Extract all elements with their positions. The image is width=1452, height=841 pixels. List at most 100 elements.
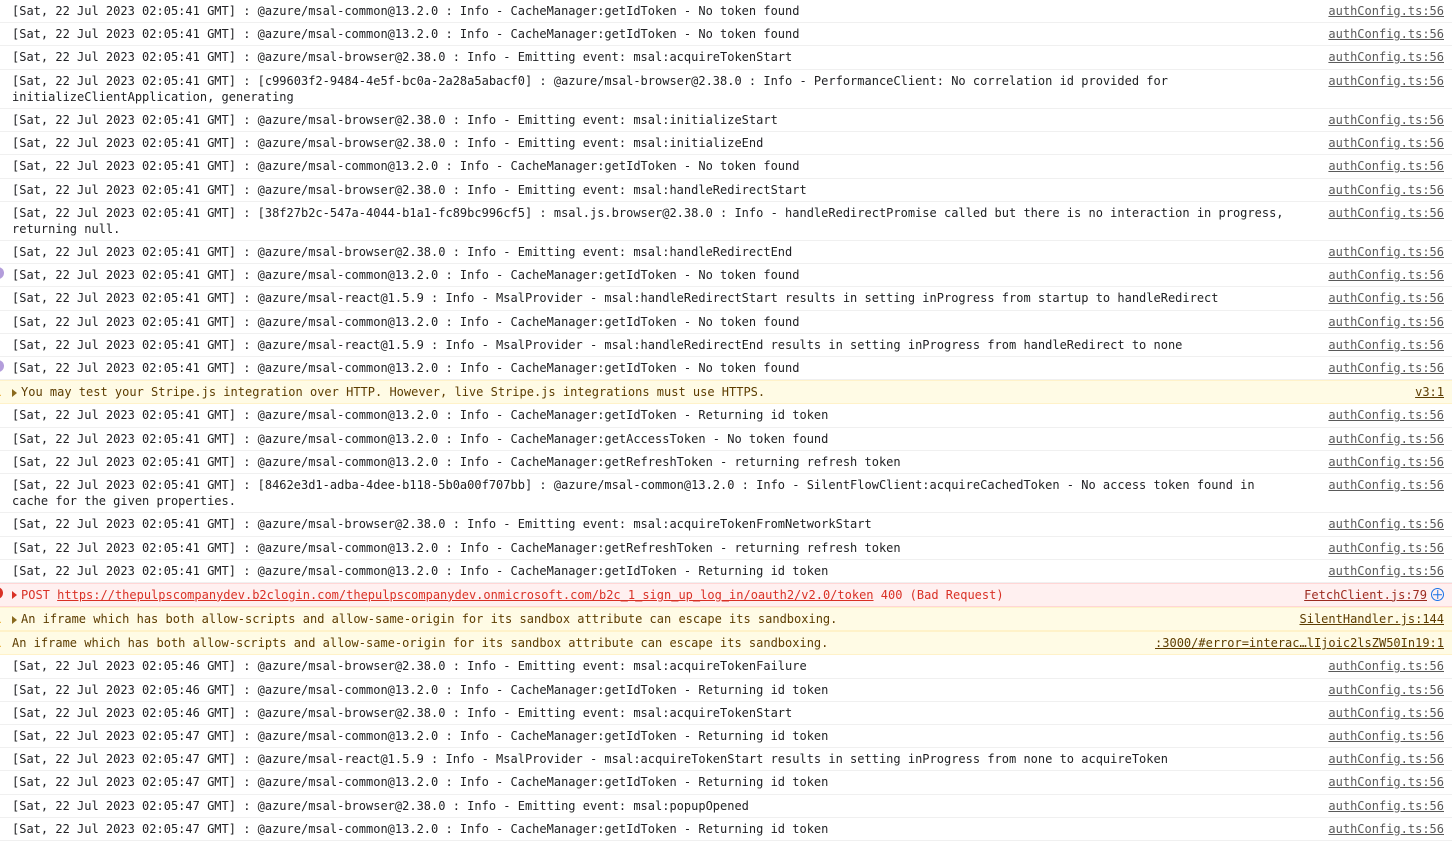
console-message: [Sat, 22 Jul 2023 02:05:41 GMT] : @azure… — [12, 516, 1306, 532]
source-link[interactable]: authConfig.ts:56 — [1324, 314, 1444, 330]
source-link[interactable]: authConfig.ts:56 — [1324, 540, 1444, 556]
source-link[interactable]: authConfig.ts:56 — [1324, 728, 1444, 744]
console-row[interactable]: [Sat, 22 Jul 2023 02:05:41 GMT] : @azure… — [0, 108, 1452, 133]
console-row[interactable]: [Sat, 22 Jul 2023 02:05:41 GMT] : @azure… — [0, 178, 1452, 202]
console-row[interactable]: [Sat, 22 Jul 2023 02:05:41 GMT] : @azure… — [0, 0, 1452, 24]
source-link[interactable]: authConfig.ts:56 — [1324, 205, 1444, 221]
source-link[interactable]: authConfig.ts:56 — [1324, 3, 1444, 19]
source-link[interactable]: authConfig.ts:56 — [1324, 182, 1444, 198]
source-link[interactable]: authConfig.ts:56 — [1324, 337, 1444, 353]
console-row[interactable]: [Sat, 22 Jul 2023 02:05:41 GMT] : @azure… — [0, 427, 1452, 451]
network-request-icon[interactable] — [1431, 588, 1444, 602]
source-location-group: authConfig.ts:56 — [1324, 3, 1444, 19]
source-link[interactable]: authConfig.ts:56 — [1324, 244, 1444, 260]
source-location-group: authConfig.ts:56 — [1324, 267, 1444, 283]
console-message-text: [Sat, 22 Jul 2023 02:05:41 GMT] : @azure… — [12, 136, 764, 151]
console-message-text: [Sat, 22 Jul 2023 02:05:47 GMT] : @azure… — [12, 798, 749, 813]
console-row[interactable]: [Sat, 22 Jul 2023 02:05:41 GMT] : [38f27… — [0, 201, 1452, 242]
violation-icon — [0, 266, 11, 280]
source-link[interactable]: authConfig.ts:56 — [1324, 360, 1444, 376]
console-row[interactable]: [Sat, 22 Jul 2023 02:05:41 GMT] : @azure… — [0, 450, 1452, 474]
disclosure-triangle-icon[interactable] — [12, 615, 17, 624]
source-link[interactable]: authConfig.ts:56 — [1324, 407, 1444, 423]
source-link[interactable]: authConfig.ts:56 — [1324, 73, 1444, 89]
console-row[interactable]: [Sat, 22 Jul 2023 02:05:41 GMT] : @azure… — [0, 132, 1452, 156]
console-row[interactable]: POST https://thepulpscompanydev.b2clogin… — [0, 582, 1452, 608]
source-link[interactable]: authConfig.ts:56 — [1324, 658, 1444, 674]
console-row[interactable]: An iframe which has both allow-scripts a… — [0, 607, 1452, 632]
console-row[interactable]: [Sat, 22 Jul 2023 02:05:41 GMT] : @azure… — [0, 536, 1452, 560]
console-row[interactable]: [Sat, 22 Jul 2023 02:05:41 GMT] : @azure… — [0, 310, 1452, 334]
console-row[interactable]: [Sat, 22 Jul 2023 02:05:47 GMT] : @azure… — [0, 725, 1452, 749]
devtools-console-log[interactable]: [Sat, 22 Jul 2023 02:05:41 GMT] : @azure… — [0, 0, 1452, 841]
source-link[interactable]: authConfig.ts:56 — [1324, 158, 1444, 174]
source-link[interactable]: authConfig.ts:56 — [1324, 798, 1444, 814]
console-message: [Sat, 22 Jul 2023 02:05:46 GMT] : @azure… — [12, 658, 1306, 674]
console-row[interactable]: [Sat, 22 Jul 2023 02:05:41 GMT] : @azure… — [0, 333, 1452, 357]
console-row[interactable]: [Sat, 22 Jul 2023 02:05:46 GMT] : @azure… — [0, 701, 1452, 725]
disclosure-triangle-icon[interactable] — [12, 591, 17, 600]
console-row[interactable]: [Sat, 22 Jul 2023 02:05:41 GMT] : @azure… — [0, 46, 1452, 70]
source-link[interactable]: authConfig.ts:56 — [1324, 563, 1444, 579]
disclosure-triangle-icon[interactable] — [12, 388, 17, 397]
source-link[interactable]: authConfig.ts:56 — [1324, 26, 1444, 42]
source-location-group: authConfig.ts:56 — [1324, 728, 1444, 744]
source-location-group: authConfig.ts:56 — [1324, 290, 1444, 306]
source-link[interactable]: authConfig.ts:56 — [1324, 135, 1444, 151]
console-message-text: [Sat, 22 Jul 2023 02:05:47 GMT] : @azure… — [12, 729, 829, 743]
console-row[interactable]: [Sat, 22 Jul 2023 02:05:41 GMT] : @azure… — [0, 23, 1452, 47]
source-link[interactable]: authConfig.ts:56 — [1324, 290, 1444, 306]
console-row[interactable]: [Sat, 22 Jul 2023 02:05:47 GMT] : @azure… — [0, 748, 1452, 772]
console-row[interactable]: [Sat, 22 Jul 2023 02:05:41 GMT] : [c9960… — [0, 69, 1452, 109]
console-row[interactable]: [Sat, 22 Jul 2023 02:05:41 GMT] : @azure… — [0, 404, 1452, 428]
source-link[interactable]: :3000/#error=interac…lIjoic2lsZW50In19:1 — [1151, 635, 1444, 651]
source-link[interactable]: authConfig.ts:56 — [1324, 267, 1444, 283]
console-message-text: [Sat, 22 Jul 2023 02:05:41 GMT] : @azure… — [12, 112, 778, 127]
console-row[interactable]: [Sat, 22 Jul 2023 02:05:41 GMT] : @azure… — [0, 513, 1452, 537]
console-message-text: [Sat, 22 Jul 2023 02:05:41 GMT] : [38f27… — [12, 205, 1291, 236]
console-row[interactable]: [Sat, 22 Jul 2023 02:05:41 GMT] : [8462e… — [0, 473, 1452, 514]
console-message-text: [Sat, 22 Jul 2023 02:05:46 GMT] : @azure… — [12, 705, 793, 720]
console-row[interactable]: [Sat, 22 Jul 2023 02:05:47 GMT] : @azure… — [0, 771, 1452, 795]
source-link[interactable]: authConfig.ts:56 — [1324, 431, 1444, 447]
source-link[interactable]: authConfig.ts:56 — [1324, 705, 1444, 721]
source-link[interactable]: authConfig.ts:56 — [1324, 454, 1444, 470]
console-row[interactable]: [Sat, 22 Jul 2023 02:05:41 GMT] : @azure… — [0, 264, 1452, 288]
source-link[interactable]: authConfig.ts:56 — [1324, 477, 1444, 493]
source-link[interactable]: authConfig.ts:56 — [1324, 49, 1444, 65]
source-link[interactable]: authConfig.ts:56 — [1324, 112, 1444, 128]
console-message-text: [Sat, 22 Jul 2023 02:05:41 GMT] : [c9960… — [12, 73, 1176, 104]
console-row[interactable]: [Sat, 22 Jul 2023 02:05:47 GMT] : @azure… — [0, 817, 1452, 841]
source-link[interactable]: authConfig.ts:56 — [1324, 774, 1444, 790]
request-url-link[interactable]: https://thepulpscompanydev.b2clogin.com/… — [57, 588, 873, 602]
source-location-group: authConfig.ts:56 — [1324, 182, 1444, 198]
console-message-text: [Sat, 22 Jul 2023 02:05:41 GMT] : @azure… — [12, 314, 800, 329]
source-location-group: authConfig.ts:56 — [1324, 244, 1444, 260]
console-row[interactable]: [Sat, 22 Jul 2023 02:05:46 GMT] : @azure… — [0, 678, 1452, 702]
source-link[interactable]: authConfig.ts:56 — [1324, 821, 1444, 837]
source-link[interactable]: SilentHandler.js:144 — [1296, 611, 1445, 627]
console-row[interactable]: [Sat, 22 Jul 2023 02:05:46 GMT] : @azure… — [0, 655, 1452, 679]
console-message-text: [Sat, 22 Jul 2023 02:05:41 GMT] : @azure… — [12, 159, 800, 174]
source-location-group: v3:1 — [1411, 384, 1444, 400]
source-link[interactable]: v3:1 — [1411, 384, 1444, 400]
console-message-text: [Sat, 22 Jul 2023 02:05:41 GMT] : @azure… — [12, 182, 807, 197]
console-row[interactable]: [Sat, 22 Jul 2023 02:05:41 GMT] : @azure… — [0, 357, 1452, 381]
source-link[interactable]: authConfig.ts:56 — [1324, 751, 1444, 767]
console-message: [Sat, 22 Jul 2023 02:05:41 GMT] : @azure… — [12, 26, 1306, 42]
console-message-text: [Sat, 22 Jul 2023 02:05:41 GMT] : @azure… — [12, 291, 1219, 306]
console-row[interactable]: You may test your Stripe.js integration … — [0, 380, 1452, 405]
console-row[interactable]: [Sat, 22 Jul 2023 02:05:41 GMT] : @azure… — [0, 155, 1452, 179]
source-link[interactable]: authConfig.ts:56 — [1324, 682, 1444, 698]
source-location-group: :3000/#error=interac…lIjoic2lsZW50In19:1 — [1151, 635, 1444, 651]
console-message: [Sat, 22 Jul 2023 02:05:41 GMT] : @azure… — [12, 112, 1306, 128]
console-row[interactable]: [Sat, 22 Jul 2023 02:05:41 GMT] : @azure… — [0, 241, 1452, 265]
warning-triangle-icon — [0, 384, 1, 396]
source-location-group: authConfig.ts:56 — [1324, 540, 1444, 556]
console-row[interactable]: An iframe which has both allow-scripts a… — [0, 631, 1452, 656]
console-row[interactable]: [Sat, 22 Jul 2023 02:05:41 GMT] : @azure… — [0, 287, 1452, 311]
source-link[interactable]: authConfig.ts:56 — [1324, 516, 1444, 532]
console-row[interactable]: [Sat, 22 Jul 2023 02:05:41 GMT] : @azure… — [0, 559, 1452, 583]
source-link[interactable]: FetchClient.js:79 — [1300, 587, 1427, 603]
console-row[interactable]: [Sat, 22 Jul 2023 02:05:47 GMT] : @azure… — [0, 794, 1452, 818]
